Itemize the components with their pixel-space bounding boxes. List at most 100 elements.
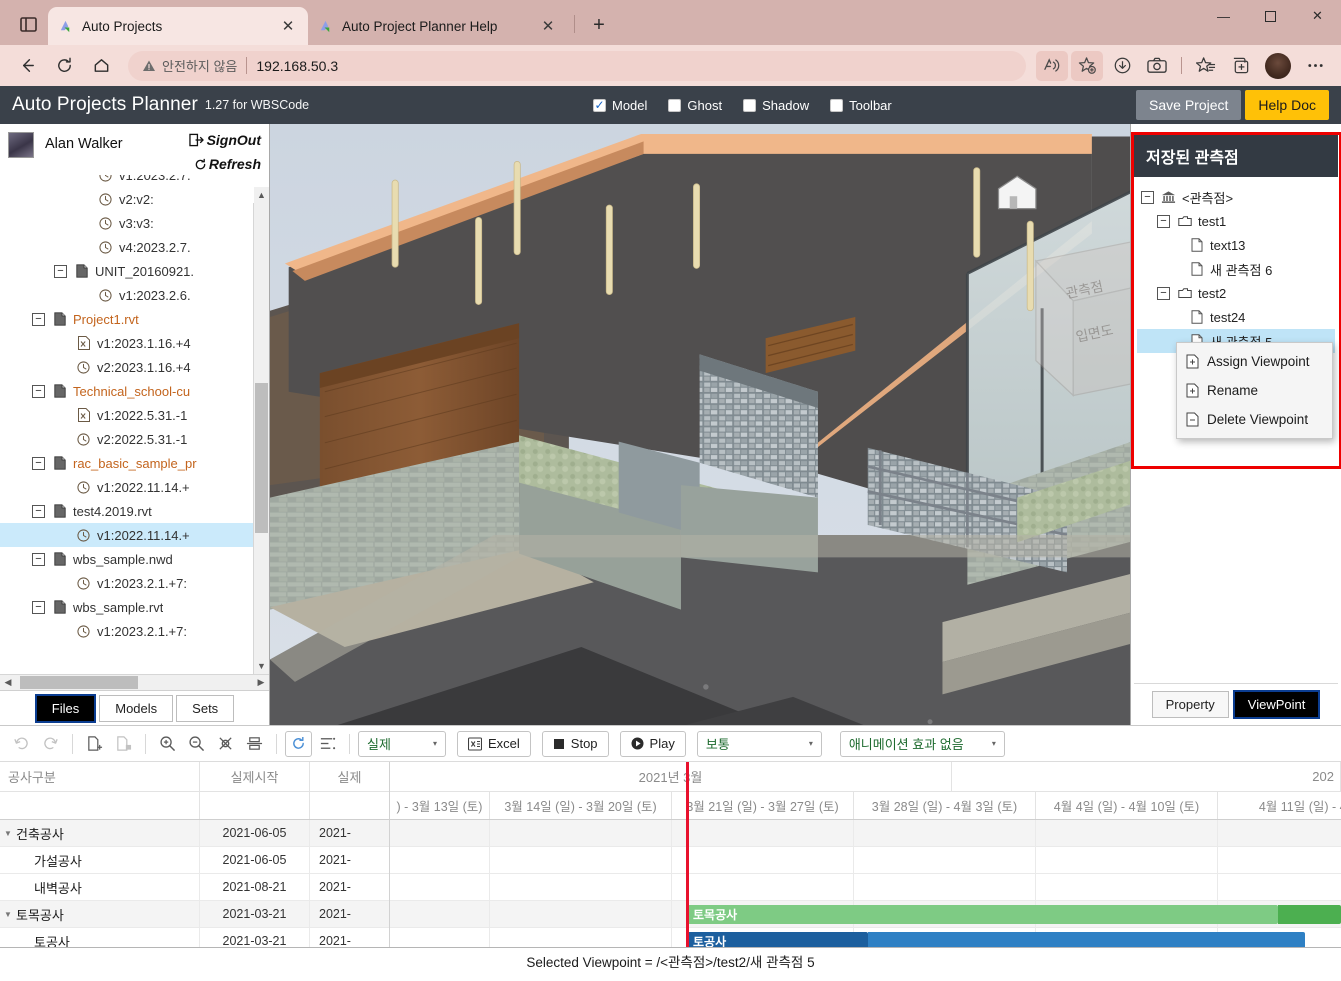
zoom-out-icon[interactable]: [183, 731, 210, 757]
file-tree-item[interactable]: v1:2023.1.16.+4: [0, 331, 269, 355]
home-icon[interactable]: [84, 50, 118, 82]
outdent-icon[interactable]: [241, 731, 268, 757]
viewpoint-tree-item[interactable]: − <관측점>: [1137, 185, 1335, 209]
mode-select[interactable]: 실제 ▾: [358, 730, 446, 757]
tree-toggle-icon[interactable]: −: [1157, 214, 1170, 228]
sidebar-horizontal-scrollbar[interactable]: ◀ ▶: [0, 674, 269, 690]
file-tree-item[interactable]: − Technical_school-cu: [0, 379, 269, 403]
maximize-button[interactable]: [1247, 0, 1294, 32]
browser-tab-0[interactable]: Auto Projects ✕: [48, 7, 308, 45]
tree-toggle-icon[interactable]: −: [32, 312, 45, 326]
play-button[interactable]: Play: [619, 730, 686, 757]
close-icon[interactable]: ✕: [278, 16, 298, 36]
file-tree-item[interactable]: v3:v3:: [0, 211, 269, 235]
file-tree-item[interactable]: v1:2023.2.1.+7:: [0, 571, 269, 595]
tree-toggle-icon[interactable]: −: [1141, 190, 1154, 204]
browser-tab-1[interactable]: Auto Project Planner Help ✕: [308, 7, 568, 45]
timeline-body[interactable]: 토목공사토공사후막이: [390, 762, 1341, 947]
gantt-bar[interactable]: 토공사: [686, 932, 868, 947]
file-tree-item[interactable]: v2:2022.5.31.-1: [0, 427, 269, 451]
signout-button[interactable]: SignOut: [188, 132, 261, 148]
file-tree-item[interactable]: − Project1.rvt: [0, 307, 269, 331]
help-doc-button[interactable]: Help Doc: [1245, 90, 1329, 120]
table-row[interactable]: 내벽공사 2021-08-21 2021-: [0, 874, 389, 901]
checkbox-shadow[interactable]: Shadow: [743, 98, 809, 113]
animation-select[interactable]: 애니메이션 효과 없음 ▾: [839, 730, 1005, 757]
file-tree-item[interactable]: − test4.2019.rvt: [0, 499, 269, 523]
refresh-button[interactable]: Refresh: [194, 156, 261, 172]
read-aloud-icon[interactable]: [1036, 50, 1068, 81]
favorites-icon[interactable]: [1190, 51, 1222, 81]
checkbox-model-box[interactable]: [593, 98, 606, 112]
file-tree-item[interactable]: v1:2023.2.6.: [0, 283, 269, 307]
table-row[interactable]: 토공사 2021-03-21 2021-: [0, 928, 389, 947]
viewpoint-tree-item[interactable]: text13: [1137, 233, 1335, 257]
undo-icon[interactable]: [8, 731, 35, 757]
checkbox-ghost[interactable]: Ghost: [668, 98, 722, 113]
file-tree[interactable]: v1:2023.2.7. v2:v2: v3:v3: v4:2023.2.7. − UNI…: [0, 175, 269, 674]
timeline-row[interactable]: [390, 874, 1341, 901]
tree-toggle-icon[interactable]: −: [32, 600, 45, 614]
row-collapse-icon[interactable]: ▼: [0, 829, 16, 838]
checkbox-toolbar[interactable]: Toolbar: [830, 98, 892, 113]
stop-button[interactable]: Stop: [541, 730, 609, 757]
back-icon[interactable]: [10, 50, 44, 82]
context-menu-item-delete-viewpoint[interactable]: Delete Viewpoint: [1177, 405, 1332, 434]
tree-toggle-icon[interactable]: −: [32, 552, 45, 566]
address-bar[interactable]: 안전하지 않음 192.168.50.3: [128, 50, 1026, 81]
file-tree-item[interactable]: v1:2022.5.31.-1: [0, 403, 269, 427]
file-tree-item[interactable]: v1:2022.11.14.+: [0, 475, 269, 499]
sidebar-tab-sets[interactable]: Sets: [176, 694, 235, 722]
tab-search-icon[interactable]: [14, 10, 42, 38]
downloads-icon[interactable]: [1106, 51, 1138, 81]
refresh-icon[interactable]: [285, 730, 312, 757]
more-options-icon[interactable]: [1299, 51, 1331, 81]
new-tab-button[interactable]: +: [585, 11, 613, 39]
tree-toggle-icon[interactable]: −: [54, 264, 67, 278]
gantt-bar[interactable]: 토목공사: [686, 905, 1278, 924]
minimize-button[interactable]: —: [1200, 0, 1247, 32]
checkbox-toolbar-box[interactable]: [830, 98, 844, 112]
file-tree-item[interactable]: v1:2022.11.14.+: [0, 523, 269, 547]
tab-property[interactable]: Property: [1151, 691, 1229, 718]
viewpoint-tree-item[interactable]: − test2: [1137, 281, 1335, 305]
gantt-chart[interactable]: 공사구분 실제시작 실제 ▼ 건축공사 2021-06-05 2021- 가설공사 202…: [0, 761, 1341, 947]
tree-toggle-icon[interactable]: −: [32, 504, 45, 518]
tree-toggle-icon[interactable]: −: [32, 456, 45, 470]
screenshot-icon[interactable]: [1141, 51, 1173, 81]
file-tree-item[interactable]: v1:2023.2.7.: [0, 175, 269, 187]
scroll-thumb-h[interactable]: [20, 676, 138, 689]
table-row[interactable]: 가설공사 2021-06-05 2021-: [0, 847, 389, 874]
save-project-button[interactable]: Save Project: [1136, 90, 1242, 120]
file-tree-item[interactable]: v1:2023.2.1.+7:: [0, 619, 269, 643]
model-viewport[interactable]: 관측점 평면도 입면도 저장된 관측점 −<관: [270, 124, 1341, 725]
file-tree-item[interactable]: v4:2023.2.7.: [0, 235, 269, 259]
checkbox-model[interactable]: Model: [593, 98, 647, 113]
context-menu[interactable]: Assign Viewpoint Rename Delete Viewpoint: [1176, 342, 1333, 439]
viewpoint-tree-item[interactable]: test24: [1137, 305, 1335, 329]
sidebar-vertical-scrollbar[interactable]: ▲ ▼: [253, 187, 269, 674]
viewpoint-tree-item[interactable]: − test1: [1137, 209, 1335, 233]
checkbox-ghost-box[interactable]: [668, 98, 682, 112]
close-icon[interactable]: ✕: [538, 16, 558, 36]
scroll-down-arrow[interactable]: ▼: [254, 658, 269, 674]
scroll-up-arrow[interactable]: ▲: [254, 187, 269, 203]
scroll-left-arrow[interactable]: ◀: [0, 675, 16, 691]
sidebar-tab-files[interactable]: Files: [34, 693, 97, 723]
fit-icon[interactable]: [212, 731, 239, 757]
viewpoint-tree-item[interactable]: 새 관측점 6: [1137, 257, 1335, 281]
file-tree-item[interactable]: − rac_basic_sample_pr: [0, 451, 269, 475]
table-row[interactable]: ▼ 토목공사 2021-03-21 2021-: [0, 901, 389, 928]
gantt-timeline[interactable]: 2021년 3월 202 ) - 3월 13일 (토) 3월 14일 (일) - 3…: [390, 762, 1341, 947]
excel-export-button[interactable]: Excel: [457, 730, 531, 757]
timeline-row[interactable]: [390, 847, 1341, 874]
sidebar-tab-models[interactable]: Models: [99, 694, 174, 722]
add-task-icon[interactable]: [81, 731, 108, 757]
indent-icon[interactable]: [314, 731, 341, 757]
timeline-row[interactable]: [390, 820, 1341, 847]
delete-task-icon[interactable]: [110, 731, 137, 757]
row-collapse-icon[interactable]: ▼: [0, 910, 16, 919]
file-tree-item[interactable]: v2:2023.1.16.+4: [0, 355, 269, 379]
avatar[interactable]: [1265, 52, 1291, 79]
tab-viewpoint[interactable]: ViewPoint: [1232, 690, 1321, 719]
